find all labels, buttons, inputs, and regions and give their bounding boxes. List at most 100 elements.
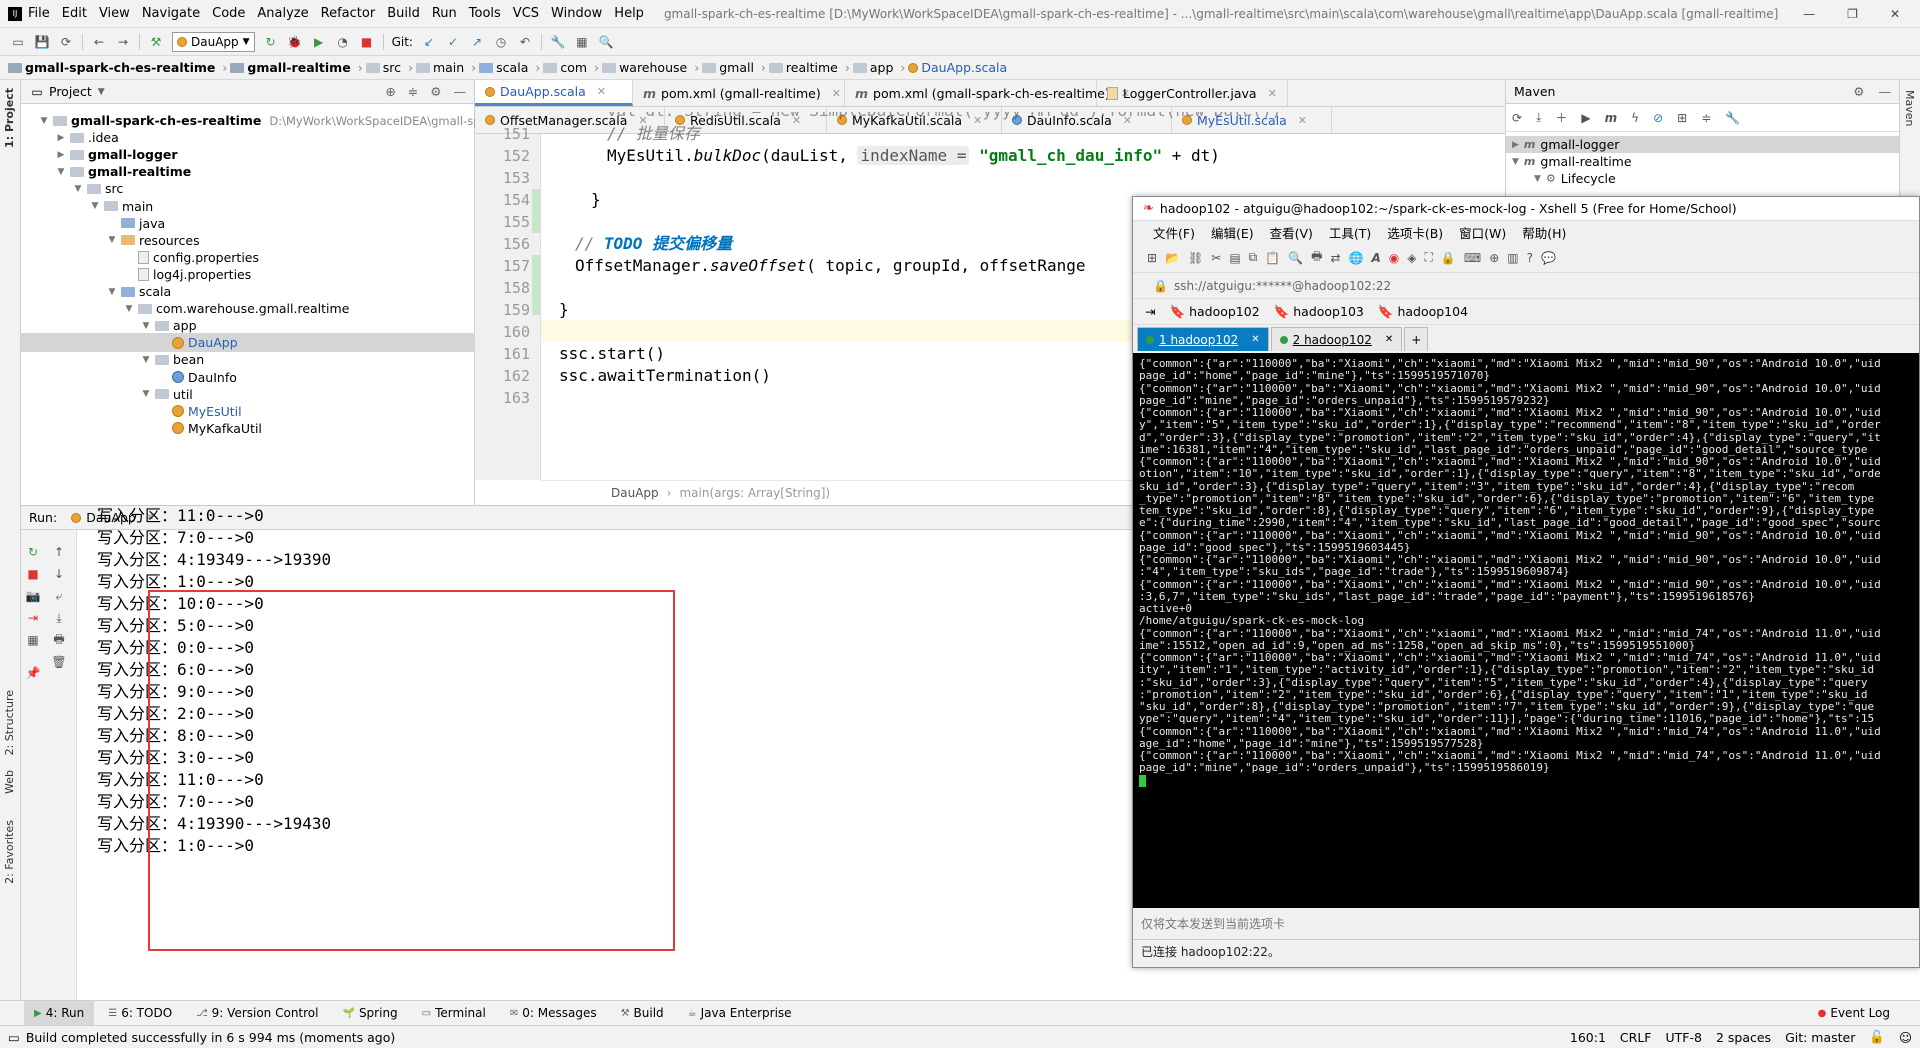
git-branch[interactable]: Git: master — [1785, 1030, 1855, 1045]
chevron-down-icon[interactable]: ▼ — [124, 304, 134, 314]
tool-window-tab[interactable]: ✉ 0: Messages — [500, 1001, 607, 1026]
collapse-all-icon[interactable]: ≑ — [408, 84, 418, 99]
chevron-down-icon[interactable]: ▼ — [141, 389, 151, 399]
close-icon[interactable]: ✕ — [1298, 114, 1307, 127]
git-commit-icon[interactable]: ✓ — [445, 34, 461, 50]
xshell-address-bar[interactable]: 🔒 ssh://atguigu:******@hadoop102:22 — [1133, 273, 1919, 299]
maven-tree-item[interactable]: ▼ m gmall-realtime — [1512, 153, 1899, 170]
back-icon[interactable]: ← — [91, 34, 107, 50]
hide-icon[interactable]: — — [1879, 84, 1892, 99]
chevron-down-icon[interactable]: ▼ — [98, 87, 105, 97]
chevron-right-icon[interactable]: ▶ — [1512, 140, 1519, 150]
restore-icon[interactable]: ❐ — [1847, 7, 1858, 21]
tool-window-tab[interactable]: ☕ Java Enterprise — [678, 1001, 802, 1026]
fullscreen-icon[interactable]: ⛶ — [1425, 250, 1433, 265]
new-tab-button[interactable]: + — [1404, 327, 1429, 351]
chevron-down-icon[interactable]: ▼ — [73, 184, 83, 194]
session-link[interactable]: 🔖 hadoop104 — [1378, 304, 1468, 320]
editor-tab[interactable]: LoggerController.java ✕ — [1097, 80, 1288, 106]
send-text-input[interactable]: 仅将文本发送到当前选项卡 — [1133, 908, 1919, 940]
chevron-right-icon[interactable]: ▶ — [56, 133, 66, 143]
code-line-151[interactable]: // 批量保存 — [559, 123, 700, 145]
lock-icon[interactable]: 🔒 — [1441, 251, 1456, 265]
layout-icon[interactable]: ▥ — [1507, 251, 1518, 265]
skip-tests-icon[interactable]: ⊘ — [1653, 111, 1663, 125]
chevron-right-icon[interactable]: ▶ — [56, 150, 66, 160]
session-link[interactable]: 🔖 hadoop102 — [1169, 304, 1259, 320]
breadcrumb-item[interactable]: src — [365, 60, 401, 75]
line-separator[interactable]: CRLF — [1620, 1030, 1652, 1045]
project-panel-title[interactable]: Project — [49, 84, 92, 99]
add-tab-icon[interactable]: ⊕ — [1489, 251, 1499, 265]
rerun-icon[interactable]: ↻ — [263, 34, 279, 50]
menu-vcs[interactable]: VCS — [507, 6, 545, 21]
run-config-select[interactable]: DauApp ▼ — [172, 31, 255, 52]
caret-position[interactable]: 160:1 — [1570, 1030, 1606, 1045]
breadcrumb-item[interactable]: gmall — [702, 60, 754, 75]
terminal-output[interactable]: {"common":{"ar":"110000","ba":"Xiaomi","… — [1133, 353, 1919, 908]
code-line-159[interactable]: } — [559, 299, 569, 321]
code-line-162[interactable]: ssc.awaitTermination() — [559, 365, 771, 387]
debug-icon[interactable]: 🐞 — [287, 34, 303, 50]
tool-window-tab[interactable]: ● Event Log — [1808, 1001, 1900, 1026]
inspector-icon[interactable]: ☺ — [1899, 1030, 1912, 1045]
git-rollback-icon[interactable]: ↶ — [517, 34, 533, 50]
rerun-icon[interactable]: ↻ — [25, 544, 41, 560]
transfer-icon[interactable]: ⇄ — [1330, 251, 1340, 265]
copy-icon[interactable]: ⧉ — [1249, 250, 1258, 265]
terminal-tab[interactable]: 1 hadoop102 ✕ — [1137, 327, 1269, 351]
breadcrumb-item[interactable]: com — [543, 60, 587, 75]
favorites-tool-tab[interactable]: 2: Favorites — [3, 820, 16, 884]
terminal-tab[interactable]: 2 hadoop102 ✕ — [1270, 327, 1403, 351]
new-session-icon[interactable]: ⊞ — [1147, 251, 1157, 265]
gear-icon[interactable]: ⚙ — [430, 84, 441, 99]
font-icon[interactable]: A — [1371, 251, 1380, 265]
menu-tools[interactable]: Tools — [463, 6, 507, 21]
menu-file[interactable]: File — [22, 6, 56, 21]
camera-icon[interactable]: 📷 — [25, 588, 41, 604]
crumb-method[interactable]: main(args: Array[String]) — [679, 486, 830, 500]
chevron-down-icon[interactable]: ▼ — [90, 201, 100, 211]
minimize-icon[interactable]: — — [1803, 7, 1815, 21]
hide-icon[interactable]: — — [454, 84, 467, 99]
menu-help[interactable]: Help — [608, 6, 650, 21]
close-icon[interactable]: ✕ — [1890, 7, 1900, 21]
session-bar-icon[interactable]: ⇥ — [1145, 304, 1155, 319]
breadcrumb-item[interactable]: scala — [479, 60, 528, 75]
close-icon[interactable]: ✕ — [1385, 334, 1393, 345]
keyboard-icon[interactable]: ⌨ — [1464, 251, 1481, 265]
breadcrumb-item[interactable]: app — [852, 60, 893, 75]
menu-navigate[interactable]: Navigate — [136, 6, 206, 21]
code-line-157[interactable]: OffsetManager.saveOffset( topic, groupId… — [559, 255, 1086, 277]
menu-view[interactable]: View — [93, 6, 136, 21]
tree-item[interactable]: DauApp — [21, 333, 475, 353]
close-icon[interactable]: ✕ — [597, 85, 606, 98]
help-icon[interactable]: ? — [1527, 251, 1533, 265]
xftp-icon[interactable]: ◉ — [1389, 251, 1399, 265]
code-line-161[interactable]: ssc.start() — [559, 343, 665, 365]
xshell-menu-item[interactable]: 工具(T) — [1329, 223, 1371, 242]
maven-goal-icon[interactable]: m — [1605, 111, 1618, 125]
tool-window-tab[interactable]: 🌱 Spring — [332, 1001, 407, 1026]
tool-window-tab[interactable]: ⚒ Build — [611, 1001, 674, 1026]
breadcrumb-item[interactable]: realtime — [768, 60, 838, 75]
maven-tool-tab[interactable]: Maven — [1903, 90, 1916, 126]
code-line-156[interactable]: // TODO 提交偏移量 — [559, 233, 732, 255]
add-icon[interactable]: ＋ — [1555, 109, 1567, 126]
open-icon[interactable]: 📂 — [1165, 251, 1180, 265]
chevron-right-icon[interactable]: ▼ — [1534, 174, 1541, 184]
open-folder-icon[interactable]: ▭ — [10, 34, 26, 50]
stop-icon[interactable]: ■ — [25, 566, 41, 582]
stop-icon[interactable]: ■ — [359, 34, 375, 50]
run-icon[interactable]: ▶ — [1581, 111, 1590, 125]
tool-window-tab[interactable]: ☰ 6: TODO — [98, 1001, 182, 1026]
breadcrumb-item[interactable]: gmall-spark-ch-es-realtime — [8, 60, 215, 75]
settings-wrench-icon[interactable]: 🔧 — [550, 34, 566, 50]
pin-icon[interactable]: 📌 — [25, 665, 41, 681]
menu-run[interactable]: Run — [426, 6, 463, 21]
chevron-down-icon[interactable]: ▼ — [39, 116, 49, 126]
download-icon[interactable]: ⤓ — [1536, 110, 1541, 125]
down-arrow-icon[interactable]: ↓ — [51, 566, 67, 582]
layout-icon[interactable]: ▦ — [25, 632, 41, 648]
xshell-menu-item[interactable]: 文件(F) — [1153, 223, 1195, 242]
